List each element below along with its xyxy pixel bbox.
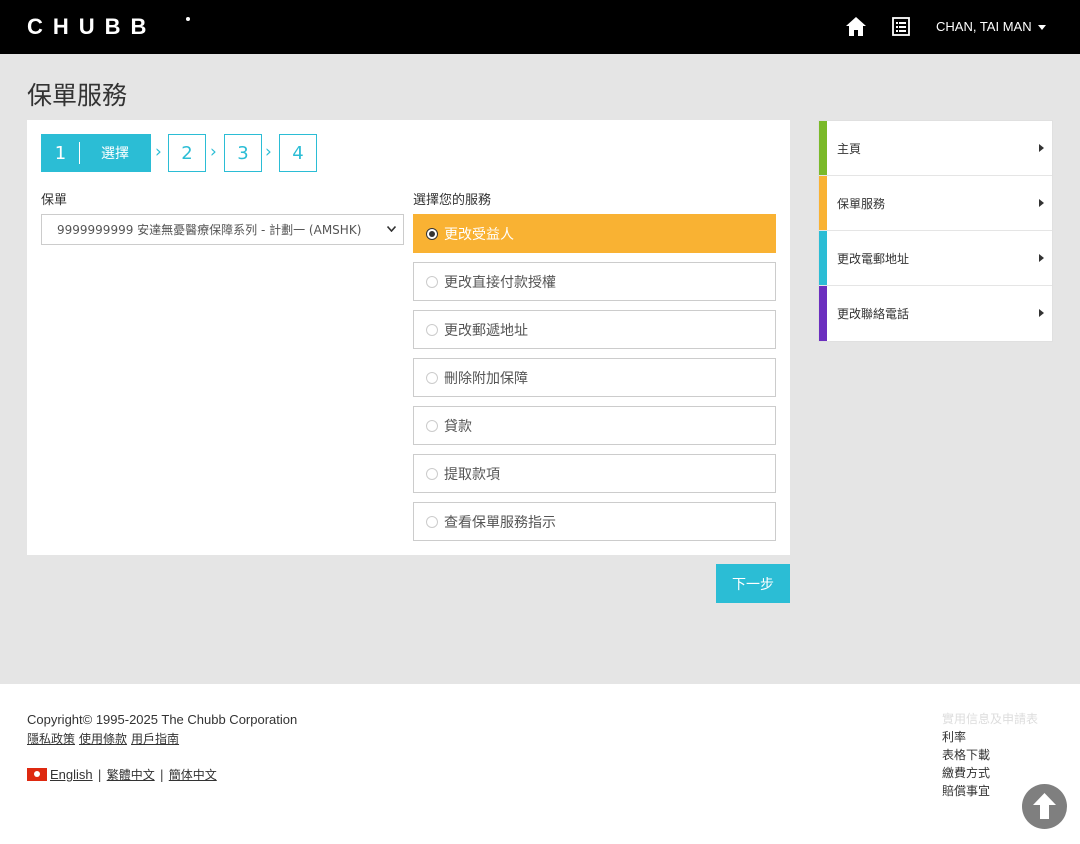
- service-option-withdrawal[interactable]: 提取款項: [413, 454, 776, 493]
- arrow-up-icon: [1033, 793, 1056, 819]
- form-download-link[interactable]: 表格下載: [942, 746, 1038, 764]
- step-4[interactable]: 4: [279, 134, 317, 172]
- user-guide-link[interactable]: 用戶指南: [131, 732, 179, 746]
- service-option-label: 貸款: [444, 418, 472, 435]
- flag-bauhinia: [34, 771, 40, 777]
- caret-down-icon: [1037, 25, 1046, 31]
- language-english-link[interactable]: English: [50, 767, 93, 782]
- policy-selected-value: 9999999999 安達無憂醫療保障系列 - 計劃一 (AMSHK): [57, 223, 362, 237]
- document-list-icon[interactable]: [892, 17, 910, 36]
- caret-right-icon: [1039, 199, 1044, 207]
- chubb-logo[interactable]: CHUBB: [27, 16, 156, 38]
- sidebar-item-label: 保單服務: [837, 196, 886, 211]
- chevron-right-icon: ›: [155, 142, 162, 162]
- footer: Copyright© 1995-2025 The Chubb Corporati…: [0, 684, 1080, 844]
- sidebar-item-home[interactable]: 主頁: [819, 121, 1052, 176]
- step-3[interactable]: 3: [224, 134, 262, 172]
- language-simplified-chinese-link[interactable]: 簡体中文: [169, 768, 217, 782]
- separator: |: [159, 768, 164, 782]
- service-option-change-address[interactable]: 更改郵遞地址: [413, 310, 776, 349]
- logo-trademark-dot: [186, 17, 190, 21]
- quick-links-title: 實用信息及申請表: [942, 712, 1039, 726]
- service-option-label: 查看保單服務指示: [444, 514, 556, 531]
- user-name: CHAN, TAI MAN: [936, 19, 1032, 34]
- page-title: 保單服務: [27, 81, 128, 110]
- caret-right-icon: [1039, 144, 1044, 152]
- step-label: 選擇: [101, 146, 129, 162]
- copyright-text: Copyright© 1995-2025 The Chubb Corporati…: [27, 712, 298, 727]
- sidebar-item-change-phone[interactable]: 更改聯絡電話: [819, 286, 1052, 341]
- radio-icon[interactable]: [426, 419, 438, 432]
- legal-links: 隱私政策 使用條款 用戶指南: [27, 730, 183, 747]
- sidebar-item-label: 更改電郵地址: [837, 251, 910, 266]
- policy-label: 保單: [41, 193, 68, 208]
- service-label: 選擇您的服務: [413, 193, 492, 208]
- step-number: 1: [54, 142, 67, 164]
- service-option-remove-rider[interactable]: 刪除附加保障: [413, 358, 776, 397]
- sidebar-color-bar: [819, 231, 827, 285]
- sidebar-color-bar: [819, 286, 827, 341]
- step-divider: [79, 142, 80, 164]
- payment-methods-link[interactable]: 繳費方式: [942, 764, 1038, 782]
- sidebar-item-label: 主頁: [837, 141, 862, 156]
- service-panel: 1 選擇 › 2 › 3 › 4 保單 9999999999 安達無憂醫療保障系…: [27, 120, 790, 555]
- scroll-to-top-button[interactable]: [1022, 784, 1067, 829]
- radio-icon[interactable]: [426, 275, 438, 288]
- sidebar-color-bar: [819, 176, 827, 230]
- policy-select[interactable]: 9999999999 安達無憂醫療保障系列 - 計劃一 (AMSHK): [41, 214, 404, 245]
- next-step-button[interactable]: 下一步: [716, 564, 790, 603]
- interest-rate-link[interactable]: 利率: [942, 728, 1038, 746]
- language-switcher: English | 繁體中文 | 簡体中文: [50, 766, 217, 783]
- terms-of-use-link[interactable]: 使用條款: [79, 732, 127, 746]
- radio-icon[interactable]: [426, 515, 438, 528]
- user-menu-dropdown[interactable]: CHAN, TAI MAN: [936, 19, 1046, 34]
- radio-icon[interactable]: [426, 467, 438, 480]
- service-option-label: 刪除附加保障: [444, 370, 528, 387]
- chevron-right-icon: ›: [265, 142, 272, 162]
- radio-icon[interactable]: [426, 371, 438, 384]
- sidebar-item-policy-services[interactable]: 保單服務: [819, 176, 1052, 231]
- service-option-label: 更改直接付款授權: [444, 274, 556, 291]
- chevron-down-icon: [387, 226, 396, 232]
- top-navbar: CHUBB CHAN, TAI MAN: [0, 0, 1080, 54]
- sidebar-item-label: 更改聯絡電話: [837, 307, 910, 321]
- step-1[interactable]: 1 選擇: [41, 134, 151, 172]
- separator: |: [97, 768, 102, 782]
- privacy-policy-link[interactable]: 隱私政策: [27, 732, 75, 746]
- service-option-change-autopay[interactable]: 更改直接付款授權: [413, 262, 776, 301]
- sidebar-color-bar: [819, 121, 827, 175]
- service-option-view-instructions[interactable]: 查看保單服務指示: [413, 502, 776, 541]
- caret-right-icon: [1039, 309, 1044, 317]
- service-option-label: 更改郵遞地址: [444, 322, 528, 339]
- service-option-label: 更改受益人: [444, 226, 514, 243]
- step-2[interactable]: 2: [168, 134, 206, 172]
- sidebar-nav: 主頁 保單服務 更改電郵地址 更改聯絡電話: [818, 120, 1053, 342]
- service-option-label: 提取款項: [444, 466, 500, 483]
- radio-selected-icon[interactable]: [426, 227, 438, 240]
- hong-kong-flag-icon: [27, 768, 47, 781]
- language-traditional-chinese-link[interactable]: 繁體中文: [107, 768, 155, 782]
- service-option-change-beneficiary[interactable]: 更改受益人: [413, 214, 776, 253]
- caret-right-icon: [1039, 254, 1044, 262]
- service-option-loan[interactable]: 貸款: [413, 406, 776, 445]
- radio-icon[interactable]: [426, 323, 438, 336]
- sidebar-item-change-email[interactable]: 更改電郵地址: [819, 231, 1052, 286]
- chevron-right-icon: ›: [210, 142, 217, 162]
- home-icon[interactable]: [846, 17, 866, 36]
